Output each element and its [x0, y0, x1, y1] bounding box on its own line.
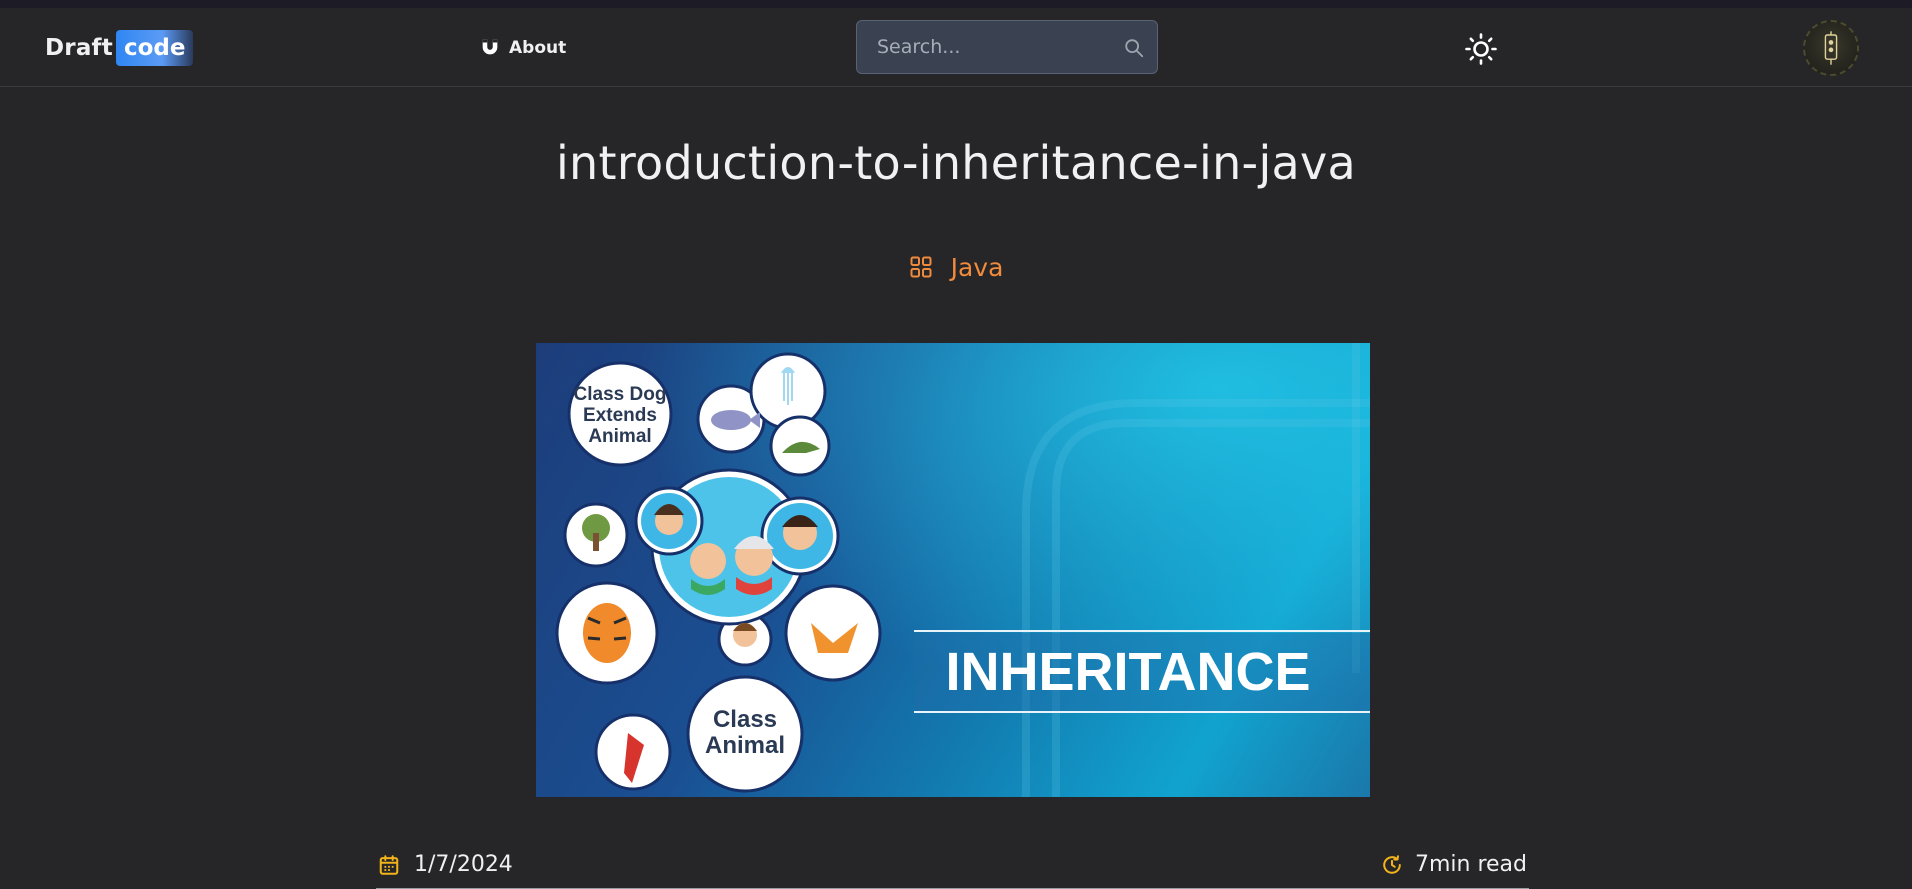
hero-image: INHERITANCE Class Dog Extends Animal Cla… [536, 343, 1370, 797]
top-strip [0, 0, 1912, 8]
category-label: Java [950, 252, 1004, 282]
search-box [856, 20, 1158, 74]
category-icon [910, 256, 932, 278]
bubble-class-text: Class [713, 706, 777, 733]
inheritance-illustration: INHERITANCE Class Dog Extends Animal Cla… [536, 343, 1370, 797]
navbar: Draft code About [0, 8, 1912, 87]
publish-date: 1/7/2024 [378, 852, 513, 877]
logo-text-draft: Draft [45, 35, 113, 61]
sun-icon[interactable] [1464, 32, 1498, 66]
search-icon[interactable] [1123, 37, 1145, 59]
read-time: 7min read [1381, 852, 1527, 877]
bubble-text-line3: Animal [588, 426, 651, 447]
bubble-text-line1: Class Dog [574, 384, 667, 405]
about-label: About [509, 38, 567, 58]
article-title: introduction-to-inheritance-in-java [555, 136, 1357, 190]
category-tag[interactable]: Java [0, 250, 1912, 284]
bubble-text-line2: Extends [583, 405, 657, 426]
bubble-animal-text: Animal [705, 732, 785, 759]
user-avatar-icon [1824, 31, 1838, 65]
magnet-icon [482, 39, 498, 55]
publish-date-text: 1/7/2024 [414, 852, 513, 877]
clock-icon [1383, 854, 1401, 874]
logo-text-code: code [115, 30, 194, 66]
article-meta: 1/7/2024 7min read [376, 852, 1529, 889]
calendar-icon [379, 854, 399, 875]
about-link[interactable]: About [479, 34, 566, 62]
read-time-text: 7min read [1414, 852, 1527, 877]
search-input[interactable] [857, 21, 1157, 73]
site-logo[interactable]: Draft code [45, 30, 194, 66]
banner-text: INHERITANCE [945, 642, 1310, 702]
avatar[interactable] [1803, 20, 1859, 76]
